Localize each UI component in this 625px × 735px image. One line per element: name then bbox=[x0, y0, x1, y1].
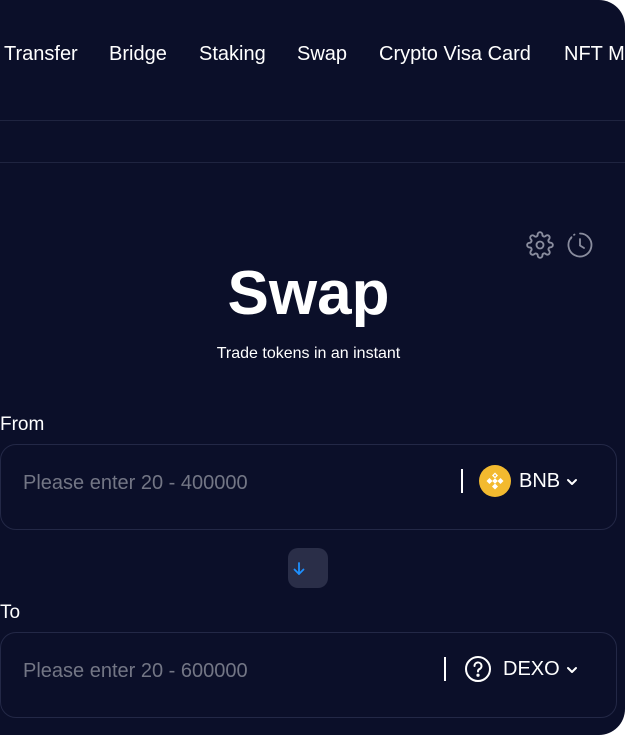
nav-item-transfer[interactable]: Transfer bbox=[4, 43, 78, 66]
input-divider bbox=[461, 469, 463, 493]
arrow-down-icon bbox=[291, 561, 307, 577]
nav-item-crypto-visa-card[interactable]: Crypto Visa Card bbox=[379, 43, 531, 66]
to-amount-input[interactable] bbox=[21, 655, 425, 687]
nav-item-swap[interactable]: Swap bbox=[297, 43, 347, 66]
from-token-name: BNB bbox=[519, 469, 561, 492]
to-token-selector[interactable]: DEXO bbox=[464, 651, 578, 687]
top-nav: Transfer Bridge Staking Swap Crypto Visa… bbox=[0, 0, 625, 121]
chevron-down-icon bbox=[566, 475, 578, 487]
page-title: Swap bbox=[227, 259, 390, 328]
from-amount-input[interactable] bbox=[21, 467, 425, 499]
gear-icon[interactable] bbox=[526, 231, 554, 259]
from-token-selector[interactable]: BNB bbox=[479, 463, 578, 499]
switch-direction-button[interactable] bbox=[288, 548, 328, 588]
app-window: Transfer Bridge Staking Swap Crypto Visa… bbox=[0, 0, 625, 735]
to-label: To bbox=[0, 602, 21, 623]
to-token-name: DEXO bbox=[503, 657, 560, 680]
from-input-box: BNB bbox=[0, 444, 617, 530]
nav-item-bridge[interactable]: Bridge bbox=[109, 43, 167, 66]
question-circle-icon bbox=[464, 655, 492, 683]
to-input-box: DEXO bbox=[0, 632, 617, 718]
nav-item-nft[interactable]: NFT M bbox=[564, 43, 625, 66]
chevron-down-icon bbox=[566, 663, 578, 675]
bnb-icon bbox=[479, 465, 511, 497]
from-label: From bbox=[0, 414, 45, 435]
sub-bar bbox=[0, 121, 625, 163]
input-divider bbox=[444, 657, 446, 681]
page-subtitle: Trade tokens in an instant bbox=[216, 345, 401, 362]
nav-item-staking[interactable]: Staking bbox=[199, 43, 266, 66]
clock-history-icon[interactable] bbox=[566, 231, 594, 259]
